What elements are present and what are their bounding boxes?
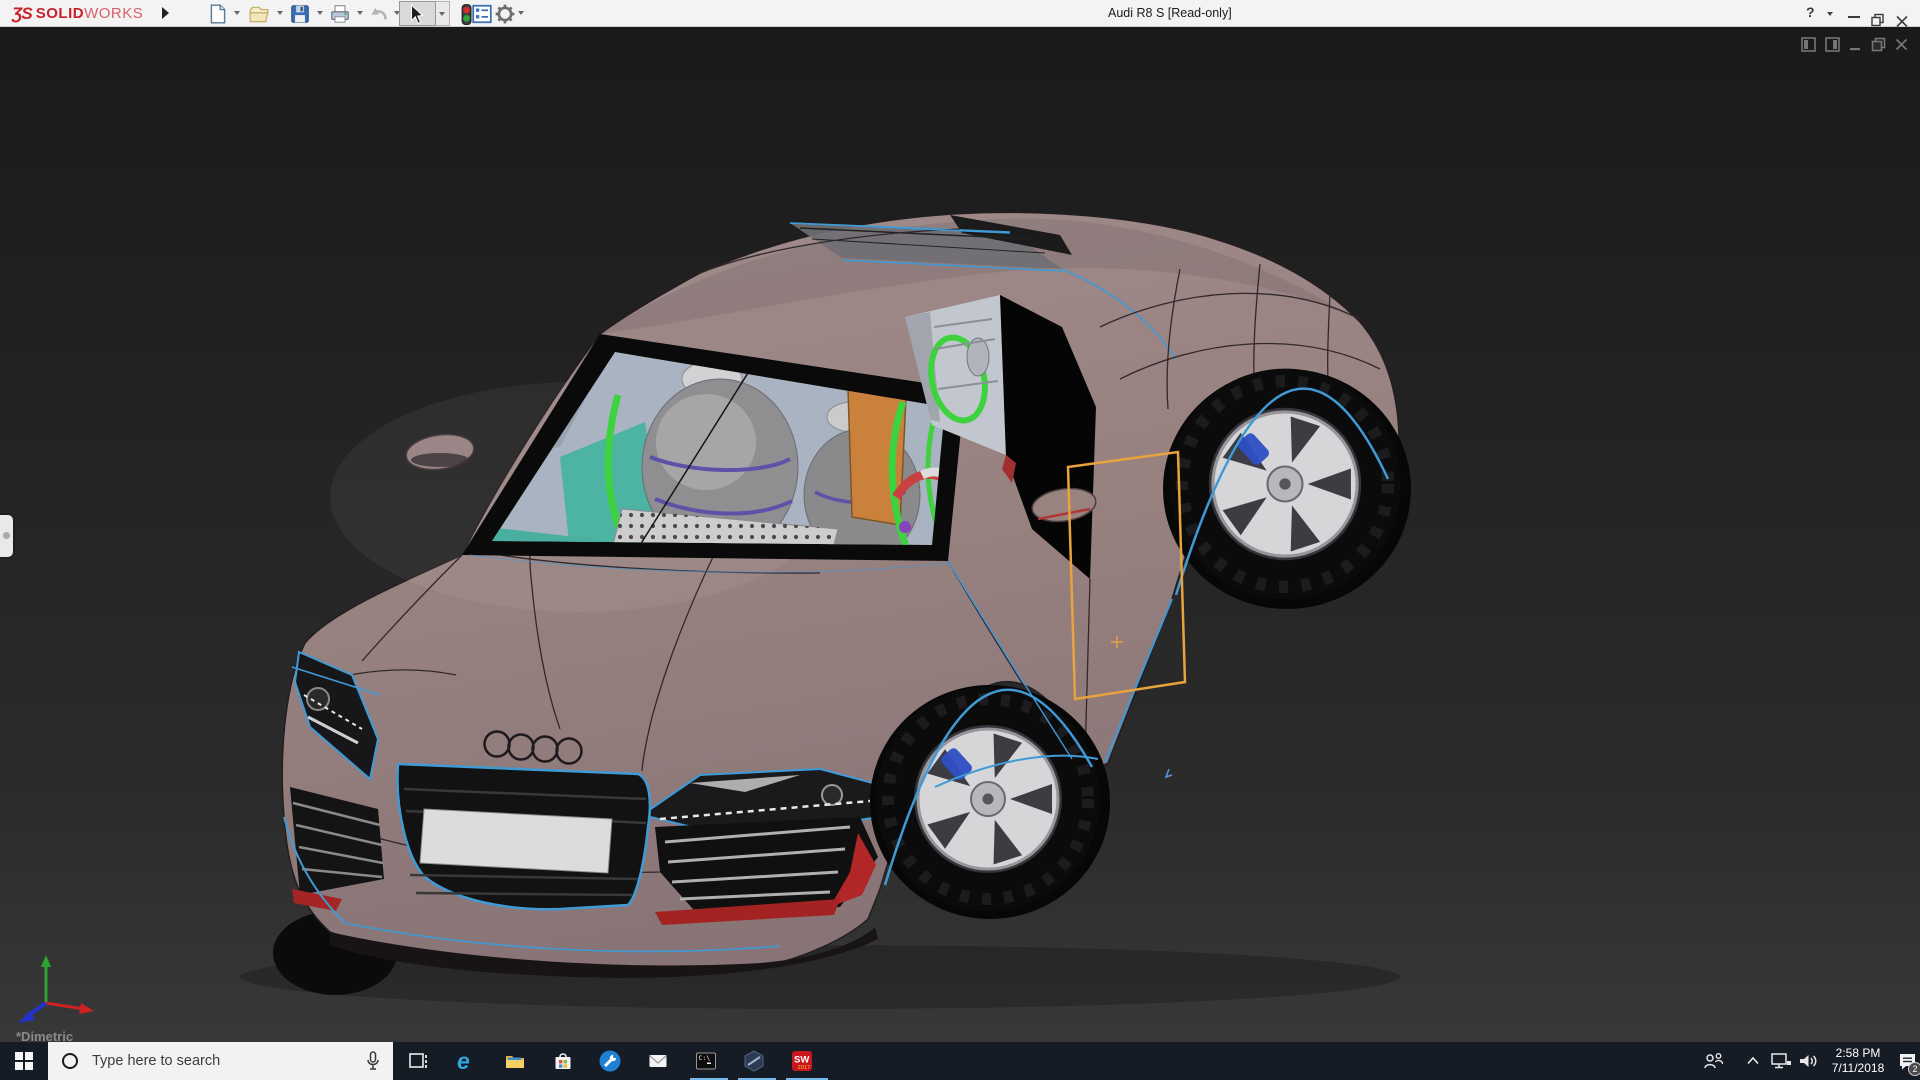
people-icon[interactable] [1704, 1052, 1724, 1070]
car-model-scene[interactable] [0, 27, 1920, 1042]
tray-clock[interactable]: 2:58 PM 7/11/2018 [1824, 1046, 1892, 1076]
save-icon[interactable] [289, 3, 311, 25]
solidworks-logo[interactable]: ƷS SOLID WORKS [12, 2, 143, 25]
rear-right-wheel [1163, 369, 1411, 609]
tray-chevron-icon[interactable] [1746, 1056, 1760, 1065]
document-close-icon[interactable] [1895, 38, 1908, 51]
orientation-triad [18, 955, 94, 1023]
y-axis-arrow [41, 955, 51, 967]
front-right-wheel [870, 685, 1110, 919]
save-dropdown-caret[interactable] [317, 11, 323, 15]
model-viewport[interactable]: *Dimetric [0, 27, 1920, 1042]
document-restore-icon[interactable] [1871, 37, 1886, 52]
file-explorer-button[interactable] [503, 1049, 527, 1073]
options-gear-icon[interactable] [494, 3, 516, 25]
license-plate [419, 808, 613, 874]
undo-icon[interactable] [368, 3, 390, 25]
select-cursor-icon [411, 4, 424, 25]
start-button[interactable] [0, 1042, 48, 1080]
taskbar-search[interactable] [48, 1042, 393, 1080]
taskbar: e C:\ [0, 1042, 1920, 1080]
print-icon[interactable] [329, 3, 351, 25]
new-dropdown-caret[interactable] [234, 11, 240, 15]
document-window-controls [1801, 37, 1908, 52]
solidworks-2017-button[interactable]: SW 2017 [790, 1049, 814, 1073]
display-pane-icon[interactable] [471, 3, 493, 25]
notification-badge: 2 [1908, 1062, 1920, 1076]
network-icon[interactable] [1770, 1052, 1792, 1070]
task-view-button[interactable] [406, 1049, 430, 1073]
document-minimize-icon[interactable] [1849, 37, 1862, 52]
title-bar: ƷS SOLID WORKS Audi R8 S [Read-only] ? [0, 0, 1920, 28]
open-icon[interactable] [248, 3, 270, 25]
tray-date: 7/11/2018 [1831, 1061, 1885, 1075]
help-dropdown-caret[interactable] [1827, 12, 1833, 16]
dassault-logo-icon: ƷS [12, 3, 33, 23]
microphone-icon[interactable] [365, 1051, 381, 1071]
menu-flyout-arrow-icon[interactable] [162, 7, 169, 19]
new-document-icon[interactable] [207, 3, 229, 25]
split-pane-left-icon[interactable] [1801, 37, 1816, 52]
select-dropdown-caret[interactable] [436, 1, 450, 26]
volume-icon[interactable] [1798, 1052, 1818, 1070]
tray-time: 2:58 PM [1835, 1046, 1881, 1060]
select-tool-button[interactable] [399, 1, 436, 26]
print-dropdown-caret[interactable] [357, 11, 363, 15]
edge-button[interactable]: e [455, 1049, 479, 1073]
feature-manager-collapsed-tab[interactable] [0, 515, 13, 557]
solidworks-window: ƷS SOLID WORKS Audi R8 S [Read-only] ? *… [0, 0, 1920, 1080]
x-axis-arrow [79, 1003, 94, 1014]
options-dropdown-caret[interactable] [518, 11, 524, 15]
svg-text:e: e [457, 1049, 470, 1073]
support-assistant-button[interactable] [598, 1049, 622, 1073]
utility-hexagon-button[interactable] [742, 1049, 766, 1073]
windows-logo-icon [15, 1052, 33, 1070]
split-pane-right-icon[interactable] [1825, 37, 1840, 52]
minimize-button[interactable] [1848, 16, 1860, 18]
window-title: Audi R8 S [Read-only] [1108, 6, 1232, 20]
svg-text:C:\: C:\ [699, 1054, 711, 1062]
view-orientation-label: *Dimetric [16, 1029, 74, 1042]
svg-text:SW: SW [794, 1055, 809, 1066]
cortana-search-icon [62, 1053, 78, 1069]
command-prompt-button[interactable]: C:\ [694, 1049, 718, 1073]
search-input[interactable] [90, 1052, 365, 1070]
store-button[interactable] [551, 1049, 575, 1073]
svg-text:2017: 2017 [798, 1065, 811, 1071]
open-dropdown-caret[interactable] [277, 11, 283, 15]
mail-button[interactable] [646, 1049, 670, 1073]
